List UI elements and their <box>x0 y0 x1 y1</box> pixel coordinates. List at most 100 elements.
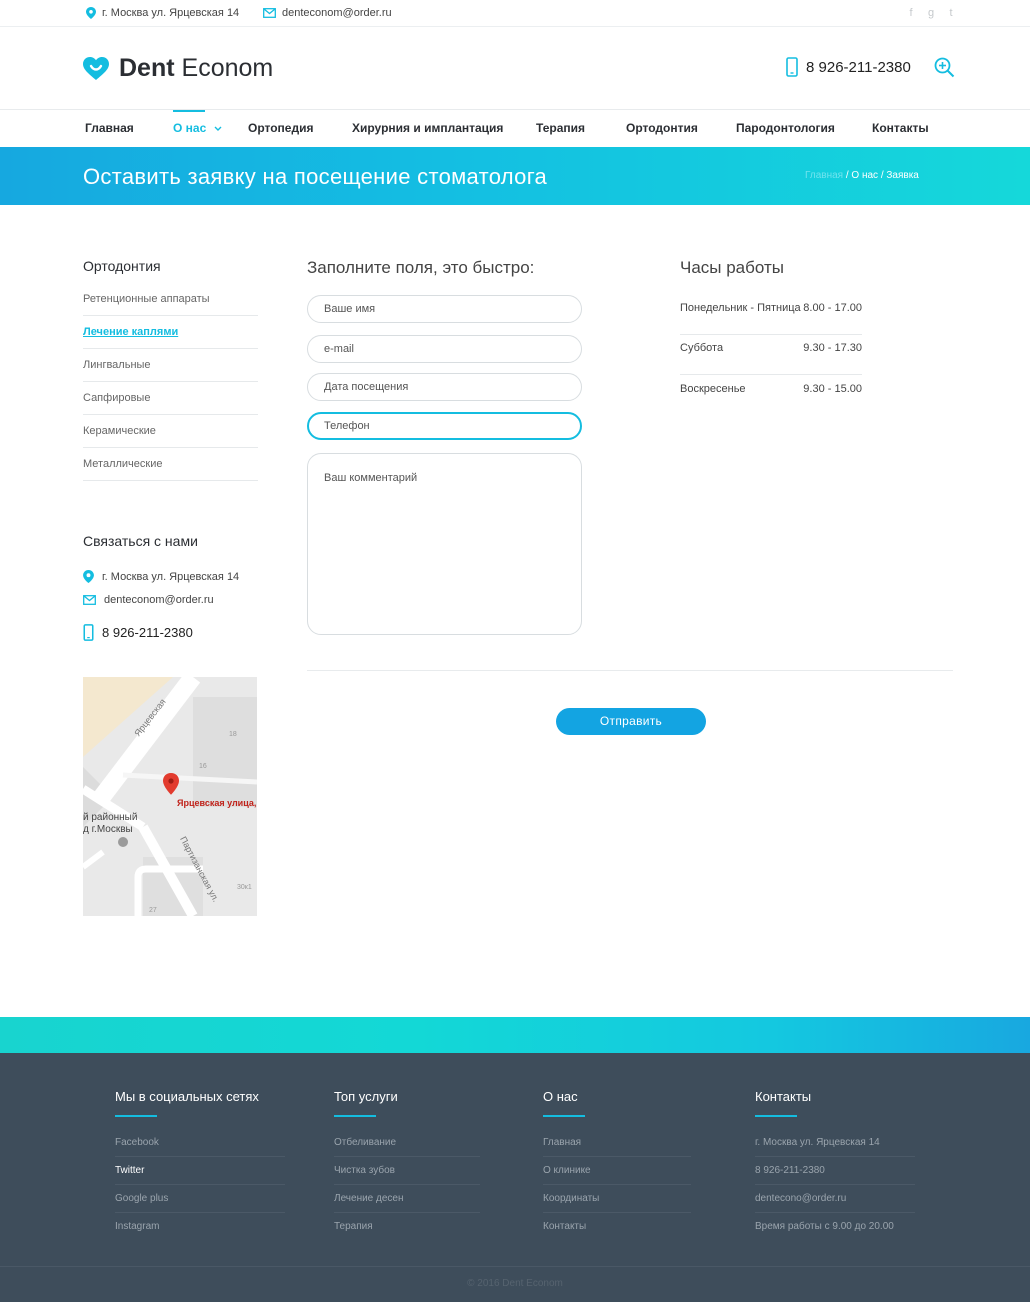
visit-date-input[interactable]: Дата посещения <box>307 373 582 401</box>
sidebar-item-metal[interactable]: Металлические <box>83 448 258 481</box>
footer-col-services: Топ услуги Отбеливание Чистка зубов Лече… <box>334 1089 480 1241</box>
map-building-27: 27 <box>149 907 157 914</box>
footer-link-coordinates[interactable]: Координаты <box>543 1185 691 1213</box>
email-input[interactable]: e-mail <box>307 335 582 363</box>
footer-link-about-clinic[interactable]: О клинике <box>543 1157 691 1185</box>
form-divider <box>307 670 953 671</box>
nav-item-home[interactable]: Главная <box>85 121 134 135</box>
sidebar-item-aligners[interactable]: Лечение каплями <box>83 316 258 349</box>
sidebar-phone[interactable]: 8 926-211-2380 <box>83 624 193 641</box>
footer-col-title: Контакты <box>755 1089 812 1104</box>
footer-link-home[interactable]: Главная <box>543 1129 691 1157</box>
nav-item-therapy[interactable]: Терапия <box>536 121 585 135</box>
nav-item-periodontics[interactable]: Пародонтология <box>736 121 835 135</box>
sidebar-item-lingual[interactable]: Лингвальные <box>83 349 258 382</box>
nav-item-orthopedics[interactable]: Ортопедия <box>248 121 313 135</box>
mail-icon <box>263 8 276 18</box>
phone-input[interactable]: Телефон <box>307 412 582 440</box>
main-nav: Главная О нас Ортопедия Хирурния и импла… <box>0 110 1030 147</box>
twitter-icon[interactable]: t <box>946 7 956 19</box>
logo[interactable]: Dent Econom <box>83 54 273 83</box>
map-district-1: й районный <box>83 812 137 823</box>
topbar-address-text: г. Москва ул. Ярцевская 14 <box>102 7 240 19</box>
footer-link-instagram[interactable]: Instagram <box>115 1213 285 1241</box>
hours-row: Понедельник - Пятница 8.00 - 17.00 <box>680 294 862 335</box>
header: Dent Econom 8 926-211-2380 <box>0 27 1030 110</box>
sidebar-address: г. Москва ул. Ярцевская 14 <box>83 570 239 583</box>
sidebar-item-sapphire[interactable]: Сапфировые <box>83 382 258 415</box>
name-input[interactable]: Ваше имя <box>307 295 582 323</box>
footer-link-cleaning[interactable]: Чистка зубов <box>334 1157 480 1185</box>
breadcrumb-home[interactable]: Главная <box>805 170 843 181</box>
footer-col-contacts: Контакты г. Москва ул. Ярцевская 14 8 92… <box>755 1089 915 1241</box>
nav-item-contacts[interactable]: Контакты <box>872 121 929 135</box>
hours-time: 9.30 - 15.00 <box>803 383 862 395</box>
topbar-email[interactable]: denteconom@order.ru <box>263 7 392 19</box>
nav-item-orthodontics[interactable]: Ортодонтия <box>626 121 698 135</box>
hours-row: Воскресенье 9.30 - 15.00 <box>680 375 862 416</box>
submit-button[interactable]: Отправить <box>556 708 706 735</box>
footer-title-underline <box>543 1115 585 1117</box>
sidebar-item-retention[interactable]: Ретенционные аппараты <box>83 283 258 316</box>
sidebar-list: Ретенционные аппараты Лечение каплями Ли… <box>83 283 258 481</box>
footer-link-facebook[interactable]: Facebook <box>115 1129 285 1157</box>
topbar-email-text: denteconom@order.ru <box>282 7 392 19</box>
hours-row: Суббота 9.30 - 17.30 <box>680 334 862 375</box>
search-zoom-button[interactable] <box>934 57 955 83</box>
location-pin-icon <box>86 7 96 19</box>
footer-title-underline <box>334 1115 376 1117</box>
copyright: © 2016 Dent Econom <box>0 1266 1030 1302</box>
mobile-phone-icon <box>786 57 798 77</box>
header-phone-text: 8 926-211-2380 <box>806 58 911 76</box>
contact-title: Связаться с нами <box>83 533 198 549</box>
footer-title-underline <box>115 1115 157 1117</box>
footer-gradient-strip <box>0 1017 1030 1054</box>
footer-col-about: О нас Главная О клинике Координаты Конта… <box>543 1089 691 1241</box>
map-pin-label: Ярцевская улица, <box>177 798 256 808</box>
facebook-icon[interactable]: f <box>906 7 916 19</box>
top-bar: г. Москва ул. Ярцевская 14 denteconom@or… <box>0 0 1030 27</box>
page-title: Оставить заявку на посещение стоматолога <box>83 164 548 189</box>
footer-contact-hours: Время работы с 9.00 до 20.00 <box>755 1221 894 1232</box>
mobile-phone-icon <box>83 624 94 641</box>
footer-link-whitening[interactable]: Отбеливание <box>334 1129 480 1157</box>
footer-link-google-plus[interactable]: Google plus <box>115 1185 285 1213</box>
hours-title: Часы работы <box>680 258 784 277</box>
footer-contact-email[interactable]: dentecono@order.ru <box>755 1185 915 1213</box>
nav-active-indicator <box>173 110 205 112</box>
breadcrumb: Главная / О нас / Заявка <box>805 170 919 181</box>
sidebar-title: Ортодонтия <box>83 258 161 274</box>
sidebar-item-ceramic[interactable]: Керамические <box>83 415 258 448</box>
location-pin-icon <box>83 570 94 583</box>
sidebar-email[interactable]: denteconom@order.ru <box>83 594 214 606</box>
page-banner: Оставить заявку на посещение стоматолога… <box>0 147 1030 205</box>
footer-contact-phone[interactable]: 8 926-211-2380 <box>755 1157 915 1185</box>
nav-item-about[interactable]: О нас <box>173 121 222 135</box>
hours-time: 8.00 - 17.00 <box>803 302 862 314</box>
location-map[interactable]: Ярцевская Партизанская ул. Ярцевская ули… <box>83 677 257 916</box>
header-phone[interactable]: 8 926-211-2380 <box>786 57 911 77</box>
google-plus-icon[interactable]: g <box>926 7 936 19</box>
topbar-socials: f g t <box>906 7 956 19</box>
comment-textarea[interactable]: Ваш комментарий <box>307 453 582 635</box>
map-building-16: 16 <box>199 763 207 770</box>
footer-link-contacts[interactable]: Контакты <box>543 1213 691 1241</box>
hours-time: 9.30 - 17.30 <box>803 342 862 354</box>
footer-col-title: Мы в социальных сетях <box>115 1089 259 1104</box>
hours-day: Суббота <box>680 342 724 354</box>
footer-link-gum-treatment[interactable]: Лечение десен <box>334 1185 480 1213</box>
map-building-30: 30к1 <box>237 884 252 891</box>
chevron-down-icon <box>214 126 222 131</box>
map-graphic: Ярцевская Партизанская ул. Ярцевская ули… <box>83 677 257 916</box>
sidebar-email-text: denteconom@order.ru <box>104 594 214 606</box>
nav-item-surgery[interactable]: Хирурния и имплантация <box>352 121 503 135</box>
footer-col-title: Топ услуги <box>334 1089 398 1104</box>
mail-icon <box>83 595 96 605</box>
map-building-18: 18 <box>229 731 237 738</box>
form-title: Заполните поля, это быстро: <box>307 258 535 277</box>
footer-link-therapy[interactable]: Терапия <box>334 1213 480 1241</box>
sidebar-address-text: г. Москва ул. Ярцевская 14 <box>102 570 240 583</box>
footer-col-social: Мы в социальных сетях Facebook Twitter G… <box>115 1089 285 1241</box>
footer-col-title: О нас <box>543 1089 578 1104</box>
footer-link-twitter[interactable]: Twitter <box>115 1157 285 1185</box>
